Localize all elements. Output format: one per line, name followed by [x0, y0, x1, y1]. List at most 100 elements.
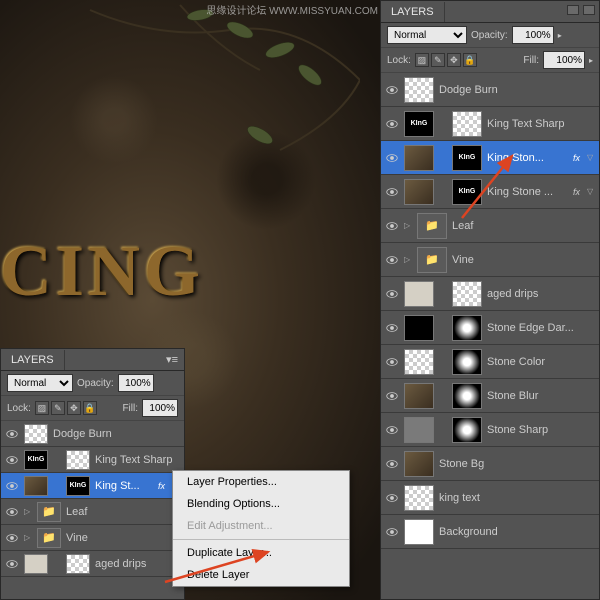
layer-name[interactable]: Vine [66, 532, 180, 544]
fx-expand-icon[interactable]: ▽ [587, 153, 595, 162]
layer-row[interactable]: Stone Bg [381, 447, 599, 481]
layer-name[interactable]: king text [439, 492, 595, 504]
layer-name[interactable]: Vine [452, 254, 595, 266]
panel-close-icon[interactable] [583, 5, 595, 15]
layer-thumb[interactable]: KInG [404, 111, 434, 137]
visibility-eye-icon[interactable] [385, 253, 399, 267]
layer-row[interactable]: aged drips [381, 277, 599, 311]
layers-tab[interactable]: LAYERS [381, 2, 445, 22]
layer-thumb[interactable]: KInG [24, 450, 48, 470]
layer-row[interactable]: aged drips [1, 551, 184, 577]
visibility-eye-icon[interactable] [385, 219, 399, 233]
layer-thumb[interactable] [24, 476, 48, 496]
layer-mask-thumb[interactable]: KInG [66, 476, 90, 496]
group-expand-icon[interactable]: ▷ [24, 507, 32, 516]
layer-row[interactable]: Stone Sharp [381, 413, 599, 447]
group-expand-icon[interactable]: ▷ [24, 533, 32, 542]
layer-thumb[interactable] [24, 554, 48, 574]
opacity-input[interactable] [512, 26, 554, 44]
layer-name[interactable]: King Stone ... [487, 186, 568, 198]
layer-mask-thumb[interactable] [66, 450, 90, 470]
layer-thumb[interactable] [404, 77, 434, 103]
fill-input-sec[interactable] [142, 399, 178, 417]
layer-name[interactable]: Stone Color [487, 356, 595, 368]
visibility-eye-icon[interactable] [385, 321, 399, 335]
lock-image-icon-sec[interactable]: ✎ [51, 401, 65, 415]
layer-row[interactable]: Stone Edge Dar... [381, 311, 599, 345]
layer-row[interactable]: king text [381, 481, 599, 515]
menu-item[interactable]: Delete Layer [173, 564, 349, 586]
group-expand-icon[interactable]: ▷ [404, 221, 412, 230]
panel-menu-icon-sec[interactable]: ▾≡ [160, 349, 184, 370]
visibility-eye-icon[interactable] [385, 151, 399, 165]
visibility-eye-icon[interactable] [385, 117, 399, 131]
layer-row[interactable]: Dodge Burn [381, 73, 599, 107]
visibility-eye-icon[interactable] [385, 287, 399, 301]
layer-thumb[interactable]: 📁 [37, 528, 61, 548]
layer-thumb[interactable] [404, 383, 434, 409]
layer-name[interactable]: Dodge Burn [53, 428, 180, 440]
layer-row[interactable]: ▷ 📁 Leaf [1, 499, 184, 525]
layer-row[interactable]: Stone Color [381, 345, 599, 379]
visibility-eye-icon[interactable] [5, 427, 19, 441]
layer-name[interactable]: Stone Sharp [487, 424, 595, 436]
opacity-dropdown-icon[interactable]: ▸ [558, 31, 562, 40]
layer-thumb[interactable] [404, 145, 434, 171]
layer-mask-thumb[interactable] [452, 281, 482, 307]
visibility-eye-icon[interactable] [5, 453, 19, 467]
layer-row[interactable]: KInG King Text Sharp [1, 447, 184, 473]
layer-name[interactable]: aged drips [487, 288, 595, 300]
layer-row[interactable]: ▷📁 Vine [381, 243, 599, 277]
menu-item[interactable]: Duplicate Layer... [173, 542, 349, 564]
layer-thumb[interactable] [404, 417, 434, 443]
layer-name[interactable]: King Text Sharp [95, 454, 180, 466]
visibility-eye-icon[interactable] [5, 479, 19, 493]
layer-thumb[interactable]: 📁 [37, 502, 61, 522]
layer-name[interactable]: King St... [95, 480, 153, 492]
menu-item[interactable]: Blending Options... [173, 493, 349, 515]
layer-name[interactable]: Stone Bg [439, 458, 595, 470]
layer-name[interactable]: Stone Blur [487, 390, 595, 402]
layer-row[interactable]: ▷ 📁 Leaf [381, 209, 599, 243]
layers-tab-sec[interactable]: LAYERS [1, 350, 65, 370]
fx-expand-icon[interactable]: ▽ [587, 187, 595, 196]
layer-name[interactable]: Leaf [452, 220, 595, 232]
layer-thumb[interactable] [404, 179, 434, 205]
visibility-eye-icon[interactable] [5, 557, 19, 571]
visibility-eye-icon[interactable] [5, 531, 19, 545]
layer-thumb[interactable] [24, 424, 48, 444]
layer-row[interactable]: KInG King Stone ... fx ▽ [381, 175, 599, 209]
layer-name[interactable]: King Text Sharp [487, 118, 595, 130]
visibility-eye-icon[interactable] [385, 491, 399, 505]
layer-name[interactable]: Stone Edge Dar... [487, 322, 595, 334]
layer-mask-thumb[interactable]: KInG [452, 179, 482, 205]
fill-input[interactable] [543, 51, 585, 69]
visibility-eye-icon[interactable] [385, 525, 399, 539]
layer-thumb[interactable]: 📁 [417, 213, 447, 239]
layer-mask-thumb[interactable] [452, 383, 482, 409]
group-expand-icon[interactable]: ▷ [404, 255, 412, 264]
visibility-eye-icon[interactable] [385, 355, 399, 369]
lock-all-icon[interactable]: 🔒 [463, 53, 477, 67]
layer-name[interactable]: Leaf [66, 506, 180, 518]
fx-badge[interactable]: fx [158, 481, 165, 491]
layer-thumb[interactable] [404, 349, 434, 375]
lock-all-icon-sec[interactable]: 🔒 [83, 401, 97, 415]
layer-row[interactable]: ▷ 📁 Vine [1, 525, 184, 551]
layer-row[interactable]: KInG King St... fx▽ [1, 473, 184, 499]
layer-name[interactable]: aged drips [95, 558, 180, 570]
blend-mode-select[interactable]: Normal [387, 26, 467, 44]
layer-row[interactable]: Background [381, 515, 599, 549]
layer-name[interactable]: King Ston... [487, 152, 568, 164]
lock-transparency-icon[interactable]: ▨ [415, 53, 429, 67]
layer-thumb[interactable] [404, 519, 434, 545]
layer-row[interactable]: KInG King Ston... fx▽ [381, 141, 599, 175]
lock-transparency-icon-sec[interactable]: ▨ [35, 401, 49, 415]
blend-mode-select-sec[interactable]: Normal [7, 374, 73, 392]
visibility-eye-icon[interactable] [385, 389, 399, 403]
fx-badge[interactable]: fx [573, 187, 580, 197]
panel-collapse-icon[interactable] [567, 5, 579, 15]
layer-mask-thumb[interactable] [452, 349, 482, 375]
menu-item[interactable]: Layer Properties... [173, 471, 349, 493]
visibility-eye-icon[interactable] [385, 185, 399, 199]
